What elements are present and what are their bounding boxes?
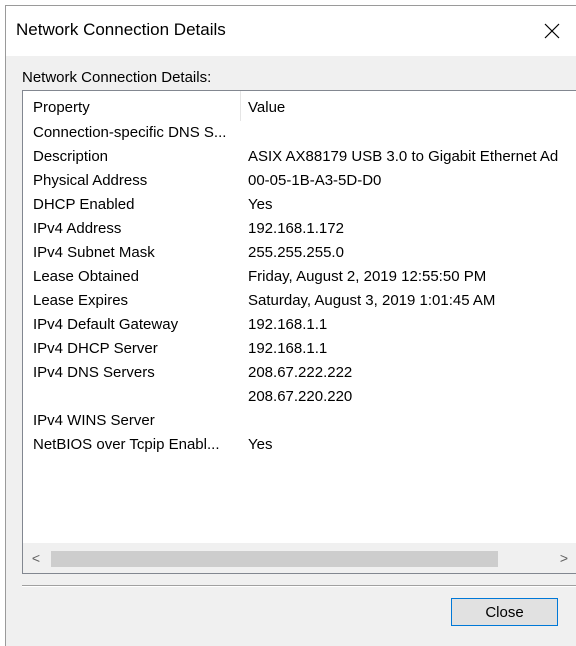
list-row[interactable]: IPv4 DHCP Server 192.168.1.1 — [23, 337, 576, 361]
list-row[interactable]: IPv4 Subnet Mask 255.255.255.0 — [23, 241, 576, 265]
scrollbar-thumb[interactable] — [51, 551, 498, 567]
scroll-left-arrow[interactable]: < — [23, 543, 49, 573]
value-cell: 192.168.1.1 — [248, 316, 328, 333]
property-cell: Lease Obtained — [33, 268, 139, 285]
column-header-value[interactable]: Value — [248, 99, 285, 116]
scroll-right-arrow[interactable]: > — [551, 543, 576, 573]
window-title: Network Connection Details — [16, 20, 226, 39]
value-cell: 255.255.255.0 — [248, 244, 344, 261]
horizontal-scrollbar[interactable]: < > — [23, 543, 576, 573]
list-rows: Connection-specific DNS S... Description… — [23, 121, 576, 457]
list-row[interactable]: IPv4 WINS Server — [23, 409, 576, 433]
list-row[interactable]: NetBIOS over Tcpip Enabl... Yes — [23, 433, 576, 457]
list-row[interactable]: DHCP Enabled Yes — [23, 193, 576, 217]
value-cell: Saturday, August 3, 2019 1:01:45 AM — [248, 292, 496, 309]
title-bar[interactable]: Network Connection Details — [6, 6, 576, 56]
value-cell: 192.168.1.1 — [248, 340, 328, 357]
column-header-property[interactable]: Property — [33, 99, 90, 116]
list-row[interactable]: 208.67.220.220 — [23, 385, 576, 409]
property-cell: IPv4 DHCP Server — [33, 340, 158, 357]
close-icon — [544, 23, 560, 39]
property-cell: IPv4 DNS Servers — [33, 364, 155, 381]
network-connection-details-dialog: Network Connection Details Network Conne… — [5, 5, 576, 646]
property-cell: Physical Address — [33, 172, 148, 189]
value-cell: 192.168.1.172 — [248, 220, 344, 237]
property-cell: DHCP Enabled — [33, 196, 135, 213]
property-cell: IPv4 WINS Server — [33, 412, 155, 429]
value-cell: Yes — [248, 196, 273, 213]
list-row[interactable]: Description ASIX AX88179 USB 3.0 to Gigab… — [23, 145, 576, 169]
property-cell: Lease Expires — [33, 292, 129, 309]
list-row[interactable]: Connection-specific DNS S... — [23, 121, 576, 145]
list-row[interactable]: IPv4 DNS Servers 208.67.222.222 — [23, 361, 576, 385]
separator-highlight — [22, 586, 576, 587]
property-cell: IPv4 Subnet Mask — [33, 244, 155, 261]
column-divider[interactable] — [240, 91, 241, 121]
property-cell: Connection-specific DNS S... — [33, 124, 227, 141]
list-header: Property Value — [23, 91, 576, 121]
list-row[interactable]: Lease Expires Saturday, August 3, 2019 1:… — [23, 289, 576, 313]
value-cell: 208.67.222.222 — [248, 364, 353, 381]
list-row[interactable]: Lease Obtained Friday, August 2, 2019 12:… — [23, 265, 576, 289]
list-row[interactable]: IPv4 Address 192.168.1.172 — [23, 217, 576, 241]
property-cell: NetBIOS over Tcpip Enabl... — [33, 436, 220, 453]
value-cell: 208.67.220.220 — [248, 388, 353, 405]
value-cell: Yes — [248, 436, 273, 453]
property-cell: Description — [33, 148, 109, 165]
details-label: Network Connection Details: — [22, 69, 212, 86]
property-cell: IPv4 Default Gateway — [33, 316, 179, 333]
details-list[interactable]: Property Value Connection-specific DNS S… — [22, 90, 576, 574]
list-row[interactable]: Physical Address 00-05-1B-A3-5D-D0 — [23, 169, 576, 193]
close-window-button[interactable] — [530, 6, 576, 56]
value-cell: 00-05-1B-A3-5D-D0 — [248, 172, 382, 189]
property-cell: IPv4 Address — [33, 220, 122, 237]
value-cell: Friday, August 2, 2019 12:55:50 PM — [248, 268, 487, 285]
list-row[interactable]: IPv4 Default Gateway 192.168.1.1 — [23, 313, 576, 337]
value-cell: ASIX AX88179 USB 3.0 to Gigabit Ethernet… — [248, 148, 559, 165]
close-button[interactable]: Close — [451, 598, 558, 626]
